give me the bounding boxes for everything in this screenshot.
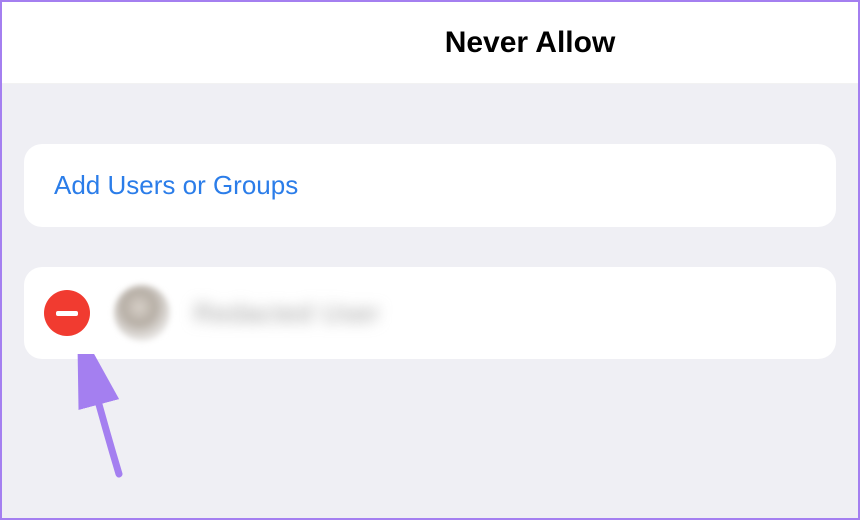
pointer-arrow-icon (64, 354, 144, 484)
blocked-user-row[interactable]: Redacted User (24, 267, 836, 359)
minus-icon (56, 311, 78, 316)
delete-button[interactable] (44, 290, 90, 336)
page-title: Never Allow (445, 26, 616, 60)
avatar (114, 285, 170, 341)
header-bar: Never Allow (2, 2, 858, 84)
user-name-label: Redacted User (194, 298, 380, 329)
add-users-section[interactable]: Add Users or Groups (24, 144, 836, 227)
add-users-link[interactable]: Add Users or Groups (54, 170, 298, 200)
